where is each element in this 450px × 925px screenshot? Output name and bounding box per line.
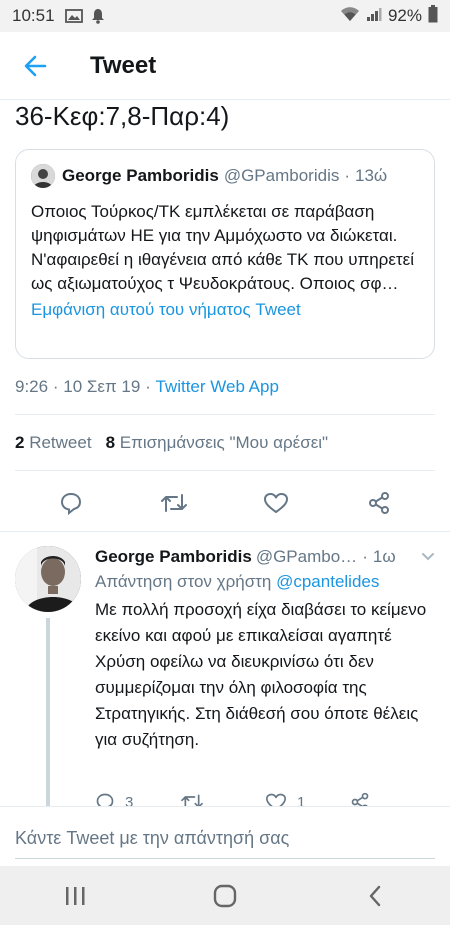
retweet-stat[interactable]: 2 Retweet (15, 433, 92, 453)
status-time: 10:51 (12, 6, 55, 25)
tweet-time: 9:26 (15, 377, 49, 396)
status-bar: 10:51 92% (0, 0, 450, 32)
reply-icon (96, 793, 114, 806)
reply-icon (61, 492, 82, 515)
battery-percent: 92% (387, 6, 422, 25)
reply-author-handle: @GPambo… (255, 547, 358, 566)
tweet-detail: 36-Κεφ:7,8-Παρ:4) George Pamboridis @GPa… (0, 100, 450, 806)
quoted-time: 13ώ (355, 166, 388, 185)
like-icon (264, 493, 289, 513)
share-icon (368, 492, 389, 514)
share-icon (351, 792, 369, 806)
reply-author-name: George Pamboridis (95, 547, 252, 566)
recent-apps-icon (66, 886, 85, 905)
like-count: 1 (297, 793, 306, 807)
tweet-text: 36-Κεφ:7,8-Παρ:4) (15, 101, 230, 131)
quoted-tweet-header: George Pamboridis @GPamboridis · 13ώ (31, 164, 419, 188)
system-nav-bar (0, 866, 450, 925)
retweet-icon (181, 794, 203, 806)
like-count: 8 (105, 433, 116, 452)
reply-count: 3 (125, 793, 134, 807)
like-label: Επισημάνσεις "Μου αρέσει" (119, 433, 329, 452)
separator: · (52, 377, 59, 396)
tweet-meta: 9:26 · 10 Σεπ 19 · Twitter Web App (15, 377, 279, 397)
notification-bell-icon (91, 8, 105, 24)
quoted-tweet[interactable]: George Pamboridis @GPamboridis · 13ώ Οπο… (15, 149, 435, 359)
signal-icon (366, 6, 382, 27)
tweet-date: 10 Σεπ 19 (63, 377, 141, 396)
separator: · (362, 547, 368, 566)
battery-icon (428, 4, 438, 28)
divider (15, 414, 435, 415)
tweet-actions (0, 485, 450, 521)
quoted-tweet-text: Οποιος Τούρκος/ΤΚ εμπλέκεται σε παράβαση… (31, 202, 414, 293)
reply-input[interactable] (15, 819, 435, 859)
separator: · (145, 377, 151, 396)
avatar (31, 164, 55, 188)
reply-actions: 3 1 (95, 788, 435, 806)
image-icon (64, 8, 83, 24)
compose-bar (0, 806, 450, 864)
reply-tweet[interactable]: George Pamboridis @GPambo… · 1ω Απάντηση… (0, 544, 450, 806)
back-button[interactable] (0, 32, 70, 100)
retweet-label: Retweet (29, 433, 92, 452)
thread-line (46, 618, 50, 806)
like-button[interactable] (254, 485, 298, 521)
back-icon (369, 885, 381, 906)
reply-retweet-button[interactable] (180, 792, 265, 806)
arrow-left-icon (24, 55, 47, 76)
app-header: Tweet (0, 32, 450, 100)
retweet-count: 2 (15, 433, 25, 452)
avatar[interactable] (15, 546, 81, 612)
quoted-author-name: George Pamboridis (62, 166, 219, 185)
system-back-button[interactable] (345, 871, 405, 921)
reply-like-button[interactable]: 1 (265, 792, 350, 806)
reply-to-line: Απάντηση στον χρήστη @cpantelides (95, 572, 379, 592)
reply-share-button[interactable] (350, 792, 435, 806)
like-icon (266, 793, 286, 806)
like-stat[interactable]: 8 Επισημάνσεις "Μου αρέσει" (106, 433, 329, 453)
reply-time: 1ω (372, 547, 396, 566)
show-thread-link[interactable]: Εμφάνιση αυτού του νήματος Tweet (31, 300, 419, 320)
share-button[interactable] (357, 485, 401, 521)
reply-header: George Pamboridis @GPambo… · 1ω (95, 547, 435, 567)
retweet-icon (160, 494, 187, 512)
home-icon (213, 884, 237, 907)
tweet-stats: 2 Retweet 8 Επισημάνσεις "Μου αρέσει" (15, 433, 328, 453)
wifi-icon (340, 6, 360, 27)
separator: · (344, 166, 351, 185)
tweet-source-link[interactable]: Twitter Web App (155, 377, 278, 396)
recent-apps-button[interactable] (45, 871, 105, 921)
reply-text: Με πολλή προσοχή είχα διαβάσει το κείμεν… (95, 600, 427, 749)
reply-button[interactable] (49, 485, 93, 521)
retweet-button[interactable] (152, 485, 196, 521)
quoted-author-handle: @GPamboridis (223, 166, 340, 185)
reply-to-handle-link[interactable]: @cpantelides (276, 572, 379, 591)
divider (0, 531, 450, 532)
reply-reply-button[interactable]: 3 (95, 792, 180, 806)
reply-to-prefix: Απάντηση στον χρήστη (95, 572, 272, 591)
chevron-down-icon[interactable] (421, 547, 435, 567)
home-button[interactable] (195, 871, 255, 921)
divider (15, 470, 435, 471)
page-title: Tweet (90, 51, 157, 79)
